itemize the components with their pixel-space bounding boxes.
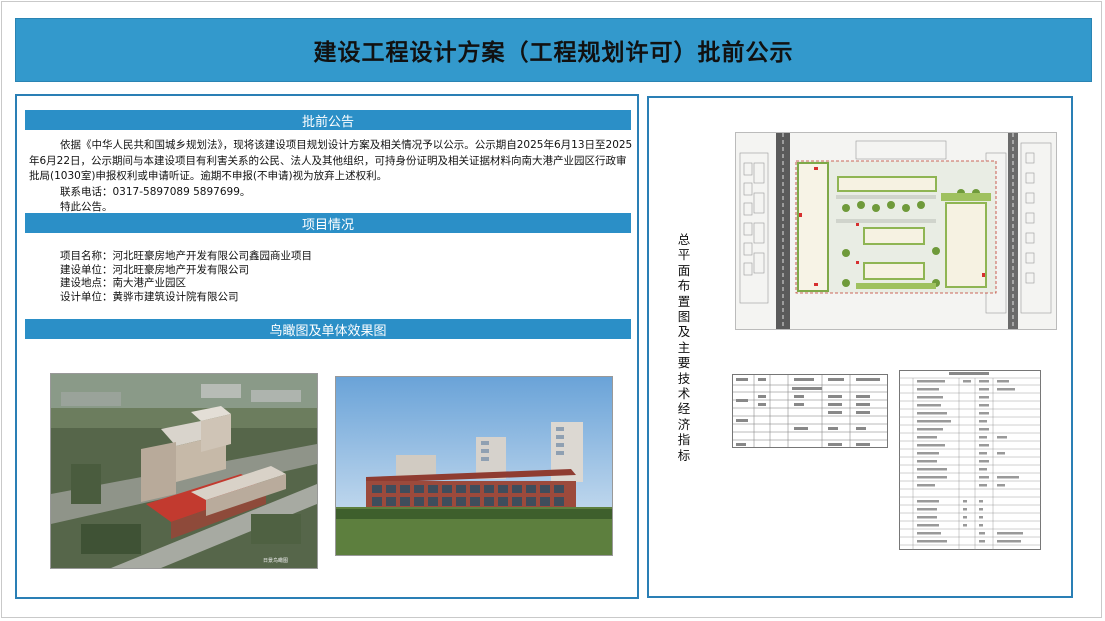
renderings-header: 鸟瞰图及单体效果图 — [25, 319, 631, 339]
site-plan-image — [736, 133, 1056, 329]
street-rendering — [335, 376, 613, 556]
aerial-rendering: 日景鸟瞰图 — [50, 373, 318, 569]
title-banner: 建设工程设计方案（工程规划许可）批前公示 — [15, 18, 1092, 82]
building-area-table — [732, 374, 888, 448]
aerial-rendering-image: 日景鸟瞰图 — [51, 374, 317, 568]
project-info: 项目名称：河北旺豪房地产开发有限公司鑫园商业项目 建设单位：河北旺豪房地产开发有… — [60, 250, 620, 304]
right-panel: 总平面布置图及主要技术经济指标 — [647, 96, 1073, 598]
technical-indicator-table — [899, 370, 1041, 550]
project-name: 项目名称：河北旺豪房地产开发有限公司鑫园商业项目 — [60, 250, 312, 262]
site-plan-drawing — [735, 132, 1057, 330]
project-designer: 设计单位：黄骅市建筑设计院有限公司 — [60, 290, 239, 303]
technical-indicator-table-image — [899, 370, 1041, 550]
left-panel: 批前公告 依据《中华人民共和国城乡规划法》，现将该建设项目规划设计方案及相关情况… — [15, 94, 639, 599]
project-developer: 建设单位：河北旺豪房地产开发有限公司 — [60, 263, 249, 276]
notice-phone: 联系电话：0317-5897089 5897699。 — [60, 185, 251, 198]
page-title: 建设工程设计方案（工程规划许可）批前公示 — [313, 40, 794, 66]
project-location: 建设地点：南大港产业园区 — [60, 277, 186, 289]
site-plan-vertical-title: 总平面布置图及主要技术经济指标 — [677, 232, 691, 463]
building-area-table-image — [732, 374, 888, 448]
project-header: 项目情况 — [25, 213, 631, 233]
street-rendering-image — [336, 377, 612, 555]
notice-header: 批前公告 — [25, 110, 631, 130]
aerial-caption: 日景鸟瞰图 — [263, 557, 288, 564]
notice-body: 依据《中华人民共和国城乡规划法》，现将该建设项目规划设计方案及相关情况予以公示。… — [29, 138, 633, 216]
notice-paragraph: 依据《中华人民共和国城乡规划法》，现将该建设项目规划设计方案及相关情况予以公示。… — [29, 139, 633, 182]
